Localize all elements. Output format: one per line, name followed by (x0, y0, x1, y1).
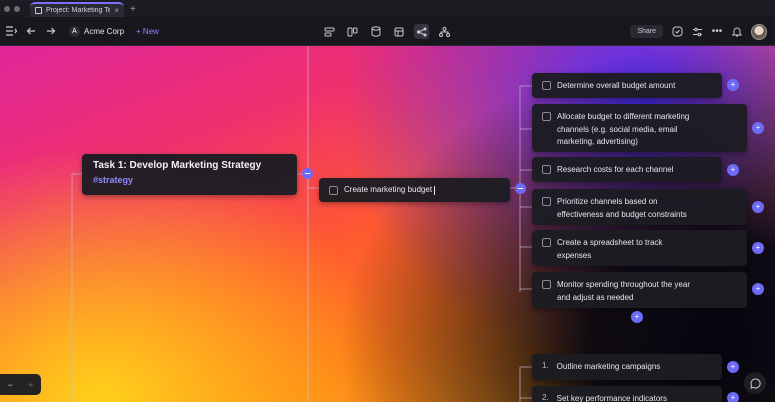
add-child-button[interactable]: + (631, 311, 643, 323)
task-checkbox[interactable] (542, 280, 551, 289)
numbered-task-card[interactable]: 1. Outline marketing campaigns (532, 354, 722, 380)
notification-bell-icon[interactable] (731, 26, 743, 38)
workspace-name: Acme Corp (84, 26, 125, 36)
add-node-button[interactable]: + (752, 242, 764, 254)
sidebar-toggle-icon[interactable] (5, 25, 17, 37)
zoom-out-button[interactable]: − (8, 380, 13, 390)
subtask-card[interactable]: Create marketing budget (319, 178, 510, 202)
task-card[interactable]: Create a spreadsheet to track expenses (532, 230, 747, 266)
numbered-task-card[interactable]: 2. Set key performance indicators (532, 386, 722, 402)
app-toolbar: A Acme Corp + New Share ••• (0, 17, 775, 46)
zoom-controls: − + (0, 374, 41, 395)
task-title: Allocate budget to different marketing c… (557, 112, 690, 146)
database-view-icon[interactable] (368, 24, 383, 39)
root-task-title: Task 1: Develop Marketing Strategy (93, 160, 262, 171)
chat-support-button[interactable] (744, 372, 766, 394)
new-tab-button[interactable]: + (124, 4, 142, 17)
task-title: Outline marketing campaigns (556, 362, 661, 371)
mind-map-canvas[interactable]: Task 1: Develop Marketing Strategy #stra… (0, 46, 775, 402)
task-title: Monitor spending throughout the year and… (557, 280, 690, 302)
more-options-icon[interactable]: ••• (711, 26, 723, 38)
task-number: 2. (542, 393, 549, 402)
mind-map-view-icon[interactable] (414, 24, 429, 39)
list-view-icon[interactable] (322, 24, 337, 39)
task-title: Set key performance indicators (556, 394, 667, 402)
text-cursor (434, 185, 436, 195)
subtask-collapse-button[interactable] (515, 183, 526, 194)
filter-sliders-icon[interactable] (691, 26, 703, 38)
board-view-icon[interactable] (345, 24, 360, 39)
task-checkbox[interactable] (542, 197, 551, 206)
browser-tab-strip: Project: Marketing Te... × + (0, 0, 775, 17)
add-node-button[interactable]: + (752, 201, 764, 213)
task-title: Create a spreadsheet to track expenses (557, 238, 663, 260)
check-circle-icon[interactable] (671, 26, 683, 38)
task-title: Research costs for each channel (557, 165, 674, 174)
root-task-card[interactable]: Task 1: Develop Marketing Strategy #stra… (82, 154, 297, 195)
new-button[interactable]: + New (136, 27, 159, 36)
add-node-button[interactable]: + (752, 283, 764, 295)
task-card[interactable]: Allocate budget to different marketing c… (532, 104, 747, 152)
back-arrow-icon[interactable] (25, 25, 37, 37)
task-card[interactable]: Research costs for each channel (532, 157, 722, 182)
root-task-tag[interactable]: #strategy (93, 175, 286, 185)
hierarchy-view-icon[interactable] (437, 24, 452, 39)
task-title: Prioritize channels based on effectivene… (557, 197, 687, 219)
task-title: Determine overall budget amount (557, 81, 676, 90)
window-minimize-dot[interactable] (14, 6, 20, 12)
add-node-button[interactable]: + (727, 79, 739, 91)
tab-favicon-icon (35, 7, 42, 14)
forward-arrow-icon[interactable] (45, 25, 57, 37)
task-checkbox[interactable] (542, 165, 551, 174)
task-card[interactable]: Prioritize channels based on effectivene… (532, 189, 747, 225)
task-number: 1. (542, 361, 549, 370)
workspace-logo-icon: A (69, 25, 80, 37)
tab-title: Project: Marketing Te... (46, 7, 111, 14)
task-checkbox[interactable] (542, 81, 551, 90)
task-checkbox[interactable] (542, 112, 551, 121)
root-collapse-button[interactable] (302, 168, 313, 179)
add-node-button[interactable]: + (727, 361, 739, 373)
chat-bubble-icon (749, 377, 761, 389)
share-button[interactable]: Share (630, 25, 663, 38)
task-checkbox[interactable] (542, 238, 551, 247)
workspace-switcher[interactable]: A Acme Corp (69, 25, 125, 37)
subtask-title-input[interactable]: Create marketing budget (344, 185, 436, 195)
window-controls (0, 6, 26, 17)
browser-tab-active[interactable]: Project: Marketing Te... × (30, 2, 124, 17)
task-card[interactable]: Determine overall budget amount (532, 73, 722, 98)
table-view-icon[interactable] (391, 24, 406, 39)
window-close-dot[interactable] (4, 6, 10, 12)
add-node-button[interactable]: + (752, 122, 764, 134)
tab-close-icon[interactable]: × (114, 6, 119, 15)
add-node-button[interactable]: + (727, 164, 739, 176)
zoom-in-button[interactable]: + (28, 380, 33, 390)
task-card[interactable]: Monitor spending throughout the year and… (532, 272, 747, 308)
user-avatar[interactable] (751, 23, 767, 40)
view-switcher (322, 17, 452, 46)
subtask-checkbox[interactable] (329, 185, 338, 195)
add-node-button[interactable]: + (727, 392, 739, 402)
